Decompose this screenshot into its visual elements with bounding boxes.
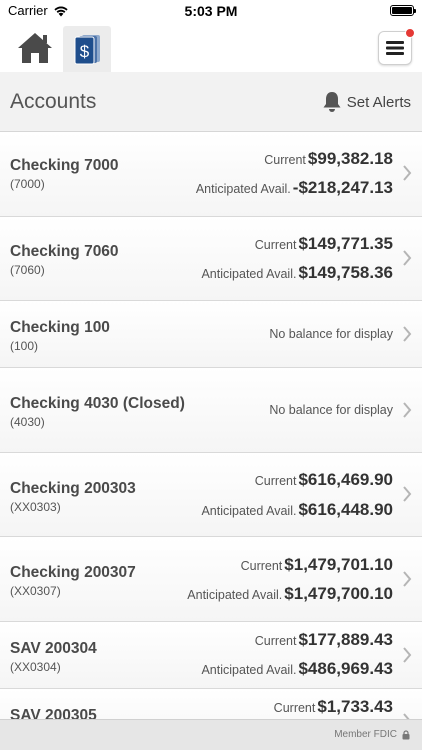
status-time: 5:03 PM (184, 3, 238, 19)
account-number: (4030) (10, 415, 45, 429)
anticipated-balance-label: Anticipated Avail. (201, 663, 297, 677)
current-balance: Current $149,771.35 (255, 234, 393, 254)
current-balance-value: $1,479,701.10 (284, 555, 393, 574)
chevron-right-icon (403, 647, 412, 663)
account-name: Checking 200303 (10, 480, 136, 497)
account-name: Checking 7000 (10, 157, 119, 174)
menu-button[interactable] (378, 28, 415, 65)
anticipated-balance: Anticipated Avail. $1,479,700.10 (187, 584, 393, 604)
anticipated-balance: Anticipated Avail. $486,969.43 (201, 659, 393, 679)
page-title: Accounts (10, 90, 97, 113)
current-balance: Current $99,382.18 (264, 149, 393, 169)
chevron-right-icon (403, 571, 412, 587)
app-header: $ (0, 22, 422, 72)
set-alerts-label: Set Alerts (346, 93, 411, 111)
current-balance-value: $177,889.43 (298, 630, 393, 649)
account-name: SAV 200305 (10, 707, 97, 719)
accounts-tab-button[interactable]: $ (63, 26, 111, 72)
current-balance-value: $616,469.90 (298, 470, 393, 489)
anticipated-balance-label: Anticipated Avail. (201, 504, 297, 518)
current-balance-label: Current (254, 474, 297, 488)
footer-text: Member FDIC (334, 729, 397, 740)
account-name: Checking 4030 (Closed) (10, 395, 185, 412)
account-row[interactable]: Checking 200303 (XX0303) Current $616,46… (0, 453, 422, 537)
account-row[interactable]: Checking 200307 (XX0307) Current $1,479,… (0, 537, 422, 622)
current-balance-label: Current (240, 559, 283, 573)
account-list: Checking 7000 (7000) Current $99,382.18 … (0, 132, 422, 719)
current-balance-value: $99,382.18 (307, 149, 393, 168)
anticipated-balance-label: Anticipated Avail. (187, 588, 283, 602)
anticipated-balance-value: $616,448.90 (298, 500, 393, 519)
home-icon (18, 33, 52, 63)
anticipated-balance-value: -$218,247.13 (292, 178, 393, 197)
account-number: (XX0304) (10, 660, 61, 674)
current-balance-label: Current (254, 634, 297, 648)
account-row[interactable]: SAV 200305 Current $1,733.43 (0, 689, 422, 719)
chevron-right-icon (403, 402, 412, 418)
svg-text:$: $ (80, 42, 90, 61)
anticipated-balance-value: $486,969.43 (298, 659, 393, 678)
current-balance: Current $1,479,701.10 (241, 555, 393, 575)
home-button[interactable] (10, 26, 60, 70)
account-number: (100) (10, 339, 39, 353)
title-bar: Accounts Set Alerts (0, 72, 422, 132)
account-row[interactable]: Checking 7060 (7060) Current $149,771.35… (0, 217, 422, 301)
account-name: Checking 200307 (10, 564, 136, 581)
current-balance: Current $616,469.90 (255, 470, 393, 490)
account-row[interactable]: Checking 100 (100) No balance for displa… (0, 301, 422, 368)
anticipated-balance: Anticipated Avail. -$218,247.13 (196, 178, 393, 198)
anticipated-balance: Anticipated Avail. $149,758.36 (201, 263, 393, 283)
money-cards-icon: $ (74, 35, 100, 65)
account-number: (7060) (10, 263, 45, 277)
account-name: Checking 100 (10, 319, 110, 336)
current-balance-value: $149,771.35 (298, 234, 393, 253)
member-fdic-notice: Member FDIC (334, 729, 410, 740)
bell-icon (323, 92, 341, 112)
account-row[interactable]: Checking 4030 (Closed) (4030) No balance… (0, 368, 422, 453)
current-balance: Current $177,889.43 (255, 630, 393, 650)
footer: Member FDIC (0, 719, 422, 750)
anticipated-balance: Anticipated Avail. $616,448.90 (201, 500, 393, 520)
chevron-right-icon (403, 326, 412, 342)
account-number: (XX0307) (10, 584, 61, 598)
hamburger-menu-icon (386, 41, 404, 55)
no-balance-text: No balance for display (269, 403, 393, 417)
current-balance-label: Current (254, 238, 297, 252)
status-bar: Carrier 5:03 PM (0, 0, 422, 22)
account-number: (7000) (10, 177, 45, 191)
chevron-right-icon (403, 486, 412, 502)
account-number: (XX0303) (10, 500, 61, 514)
no-balance-text: No balance for display (269, 327, 393, 341)
account-row[interactable]: SAV 200304 (XX0304) Current $177,889.43 … (0, 622, 422, 689)
lock-icon (402, 729, 410, 739)
account-name: SAV 200304 (10, 640, 97, 657)
current-balance: Current $1,733.43 (274, 697, 393, 717)
account-row[interactable]: Checking 7000 (7000) Current $99,382.18 … (0, 132, 422, 217)
anticipated-balance-value: $149,758.36 (298, 263, 393, 282)
anticipated-balance-label: Anticipated Avail. (195, 182, 291, 196)
battery-icon (390, 5, 416, 16)
set-alerts-button[interactable]: Set Alerts (322, 91, 411, 113)
current-balance-value: $1,733.43 (317, 697, 393, 716)
anticipated-balance-label: Anticipated Avail. (201, 267, 297, 281)
notification-badge (405, 28, 415, 38)
anticipated-balance-value: $1,479,700.10 (284, 584, 393, 603)
chevron-right-icon (403, 165, 412, 181)
chevron-right-icon (403, 250, 412, 266)
current-balance-label: Current (264, 153, 306, 167)
account-name: Checking 7060 (10, 243, 119, 260)
current-balance-label: Current (273, 701, 316, 715)
